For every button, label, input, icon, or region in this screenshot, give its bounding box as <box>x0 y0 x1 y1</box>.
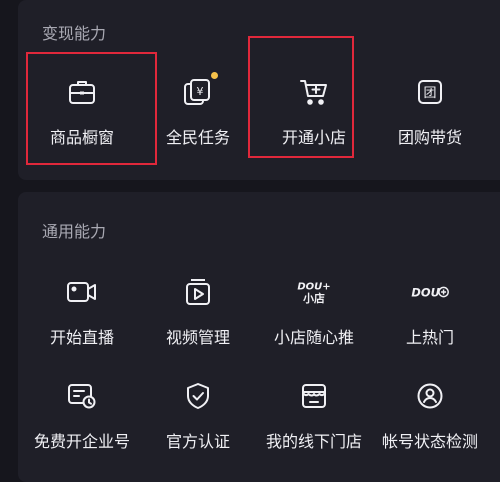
item-offline-store[interactable]: 我的线下门店 <box>256 376 372 480</box>
item-shop-promote[interactable]: DOU+ 小店 小店随心推 <box>256 272 372 376</box>
item-label: 上热门 <box>405 328 454 347</box>
item-label: 视频管理 <box>165 328 230 347</box>
svg-text:团: 团 <box>423 86 436 101</box>
item-label: 我的线下门店 <box>265 432 362 451</box>
item-video-manage[interactable]: 视频管理 <box>140 272 256 376</box>
item-label: 帐号状态检测 <box>381 432 478 451</box>
item-label: 小店随心推 <box>273 328 354 347</box>
item-group-buy[interactable]: 团 团购带货 <box>372 72 488 148</box>
account-status-icon <box>410 376 450 416</box>
item-label: 团购带货 <box>397 128 462 147</box>
cart-icon <box>294 72 334 112</box>
item-label: 开通小店 <box>281 128 346 147</box>
item-shop-window[interactable]: 商品橱窗 <box>24 72 140 148</box>
live-camera-icon <box>62 272 102 312</box>
item-official-verify[interactable]: 官方认证 <box>140 376 256 480</box>
shield-check-icon <box>178 376 218 416</box>
task-coin-icon: ¥ <box>178 72 218 112</box>
dou-plus-logo-text: DOU+ <box>297 282 330 293</box>
section-title-monetization: 变现能力 <box>42 24 107 43</box>
general-grid: 开始直播 视频管理 DOU+ 小店 小店随心推 DOU 上热门 免费开企业号 官… <box>24 272 488 480</box>
dou-plus-logo-icon: DOU <box>410 272 450 312</box>
item-account-status[interactable]: 帐号状态检测 <box>372 376 488 480</box>
item-label: 商品橱窗 <box>49 128 114 147</box>
item-start-live[interactable]: 开始直播 <box>24 272 140 376</box>
item-all-people-task[interactable]: ¥ 全民任务 <box>140 72 256 148</box>
shop-window-icon <box>62 72 102 112</box>
item-label: 开始直播 <box>49 328 114 347</box>
storefront-icon <box>294 376 334 416</box>
group-buy-icon: 团 <box>410 72 450 112</box>
item-open-shop[interactable]: 开通小店 <box>256 72 372 148</box>
notification-dot <box>211 72 218 79</box>
item-hot-trend[interactable]: DOU 上热门 <box>372 272 488 376</box>
general-card: 通用能力 开始直播 视频管理 DOU+ 小店 小店随心推 DOU 上热门 免费开… <box>18 192 500 482</box>
section-title-general: 通用能力 <box>42 222 107 241</box>
shop-logo-text: 小店 <box>303 291 325 305</box>
item-enterprise-account[interactable]: 免费开企业号 <box>24 376 140 480</box>
dou-plus-shop-icon: DOU+ 小店 <box>294 272 334 312</box>
item-label: 全民任务 <box>165 128 230 147</box>
enterprise-account-icon <box>62 376 102 416</box>
svg-text:¥: ¥ <box>197 85 204 98</box>
monetization-card: 变现能力 商品橱窗 ¥ 全民任务 开通小店 团 团购带货 <box>18 0 500 180</box>
dou-logo-text: DOU <box>411 285 440 299</box>
monetization-grid: 商品橱窗 ¥ 全民任务 开通小店 团 团购带货 <box>24 72 488 148</box>
item-label: 免费开企业号 <box>33 432 130 451</box>
item-label: 官方认证 <box>165 432 230 451</box>
video-manage-icon <box>178 272 218 312</box>
